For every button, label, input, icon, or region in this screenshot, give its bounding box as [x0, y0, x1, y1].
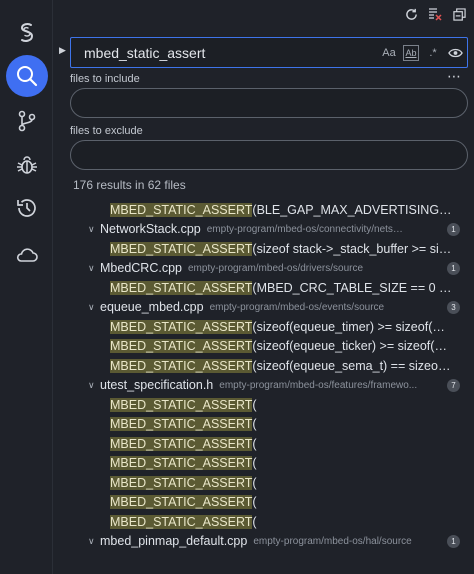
match-context: (: [252, 397, 257, 412]
match-context: (sizeof(equeue_sema_t) == sizeof(rt...: [252, 358, 453, 373]
result-match-row[interactable]: MBED_STATIC_ASSERT (sizeof(equeue_sema_t)…: [54, 356, 474, 376]
match-highlight: MBED_STATIC_ASSERT: [110, 514, 253, 529]
eye-icon[interactable]: [447, 45, 463, 61]
match-context: (MBED_CRC_TABLE_SIZE == 0 || ...: [252, 280, 453, 295]
chevron-down-icon[interactable]: ∨: [88, 536, 98, 547]
match-highlight: MBED_STATIC_ASSERT: [110, 339, 253, 354]
result-file-row[interactable]: ∨ NetworkStack.cpp empty-program/mbed-os/c…: [54, 220, 474, 240]
result-match-row[interactable]: MBED_STATIC_ASSERT (MBED_CRC_TABLE_SIZE =…: [54, 278, 474, 298]
file-path: empty-program/mbed-os/events/source: [209, 301, 385, 313]
result-match-row[interactable]: MBED_STATIC_ASSERT (BLE_GAP_MAX_ADVERTISI…: [54, 200, 474, 220]
match-whole-word-icon[interactable]: Ab: [403, 45, 419, 61]
match-case-icon[interactable]: Aa: [381, 45, 397, 61]
match-highlight: MBED_STATIC_ASSERT: [110, 495, 253, 510]
file-name: NetworkStack.cpp: [100, 222, 201, 237]
match-context: (: [252, 456, 257, 471]
match-context: (: [252, 436, 257, 451]
match-highlight: MBED_STATIC_ASSERT: [110, 358, 253, 373]
result-match-row[interactable]: MBED_STATIC_ASSERT (sizeof(equeue_timer) …: [54, 317, 474, 337]
match-highlight: MBED_STATIC_ASSERT: [110, 456, 253, 471]
result-match-row[interactable]: MBED_STATIC_ASSERT(: [54, 395, 474, 415]
match-context: (sizeof stack->_stack_buffer >= size...: [252, 241, 453, 256]
chevron-down-icon[interactable]: ∨: [88, 302, 98, 313]
file-path: empty-program/mbed-os/hal/source: [253, 535, 412, 547]
match-count-badge: 1: [447, 261, 460, 275]
match-highlight: MBED_STATIC_ASSERT: [110, 436, 253, 451]
files-to-exclude-input[interactable]: [71, 141, 467, 169]
result-match-row[interactable]: MBED_STATIC_ASSERT (sizeof stack->_stack_…: [54, 239, 474, 259]
refresh-icon[interactable]: [404, 6, 418, 22]
match-count-badge: 1: [447, 534, 460, 548]
result-file-row[interactable]: ∨ mbed_pinmap_default.cpp empty-program/mb…: [54, 532, 474, 552]
result-match-row[interactable]: MBED_STATIC_ASSERT(: [54, 473, 474, 493]
file-name: equeue_mbed.cpp: [100, 300, 204, 315]
file-name: mbed_pinmap_default.cpp: [100, 534, 248, 549]
file-name: MbedCRC.cpp: [100, 261, 182, 276]
result-match-row[interactable]: MBED_STATIC_ASSERT(: [54, 434, 474, 454]
title-actions: [404, 6, 466, 22]
match-count-badge: 7: [447, 378, 460, 392]
search-input[interactable]: [84, 38, 384, 67]
match-context: (: [252, 475, 257, 490]
chevron-down-icon[interactable]: ∨: [88, 224, 98, 235]
match-context: (: [252, 514, 257, 529]
result-match-row[interactable]: MBED_STATIC_ASSERT(: [54, 493, 474, 513]
match-highlight: MBED_STATIC_ASSERT: [110, 280, 253, 295]
result-match-row[interactable]: MBED_STATIC_ASSERT(: [54, 512, 474, 532]
files-to-include-field: [70, 88, 468, 118]
toggle-search-details-icon[interactable]: ⋯: [447, 68, 462, 85]
result-match-row[interactable]: MBED_STATIC_ASSERT(: [54, 415, 474, 435]
result-match-row[interactable]: MBED_STATIC_ASSERT(: [54, 454, 474, 474]
results-summary: 176 results in 62 files: [73, 178, 186, 192]
match-count-badge: 1: [447, 222, 460, 236]
toggle-replace-chevron-icon[interactable]: ▶: [59, 45, 66, 56]
match-context: (: [252, 417, 257, 432]
chevron-down-icon[interactable]: ∨: [88, 263, 98, 274]
match-context: (: [252, 495, 257, 510]
match-highlight: MBED_STATIC_ASSERT: [110, 319, 253, 334]
files-to-include-label: files to include: [70, 73, 140, 85]
result-file-row[interactable]: ∨ MbedCRC.cpp empty-program/mbed-os/driver…: [54, 259, 474, 279]
files-to-exclude-label: files to exclude: [70, 125, 143, 137]
result-file-row[interactable]: ∨ utest_specification.h empty-program/mbed…: [54, 376, 474, 396]
search-box: Aa Ab .*: [70, 37, 468, 68]
file-path: empty-program/mbed-os/connectivity/netso…: [206, 223, 407, 235]
cloud-icon[interactable]: [6, 234, 48, 276]
file-path: empty-program/mbed-os/drivers/source: [187, 262, 364, 274]
match-highlight: MBED_STATIC_ASSERT: [110, 202, 253, 217]
clear-results-icon[interactable]: [428, 6, 442, 22]
source-control-icon[interactable]: [6, 100, 48, 142]
result-match-row[interactable]: MBED_STATIC_ASSERT (sizeof(equeue_ticker)…: [54, 337, 474, 357]
collapse-all-icon[interactable]: [452, 6, 466, 22]
match-highlight: MBED_STATIC_ASSERT: [110, 417, 253, 432]
files-to-include-input[interactable]: [71, 89, 467, 117]
file-path: empty-program/mbed-os/features/framewo..…: [219, 379, 418, 391]
match-highlight: MBED_STATIC_ASSERT: [110, 475, 253, 490]
search-icon[interactable]: [6, 55, 48, 97]
match-highlight: MBED_STATIC_ASSERT: [110, 397, 253, 412]
search-panel: ▶ Aa Ab .* ⋯ files to include files to e…: [54, 0, 474, 574]
match-context: (BLE_GAP_MAX_ADVERTISING_S...: [252, 202, 453, 217]
bug-icon[interactable]: [6, 144, 48, 186]
match-context: (sizeof(equeue_timer) >= sizeof(ALI...: [252, 319, 453, 334]
history-icon[interactable]: [6, 187, 48, 229]
app-logo-icon[interactable]: [6, 12, 48, 54]
match-context: (sizeof(equeue_ticker) >= sizeof(ALI...: [252, 339, 453, 354]
result-file-row[interactable]: ∨ equeue_mbed.cpp empty-program/mbed-os/ev…: [54, 298, 474, 318]
files-to-exclude-field: [70, 140, 468, 170]
match-count-badge: 3: [447, 300, 460, 314]
search-options: Aa Ab .*: [381, 45, 463, 61]
regex-icon[interactable]: .*: [425, 45, 441, 61]
activity-bar: [0, 0, 53, 574]
match-highlight: MBED_STATIC_ASSERT: [110, 241, 253, 256]
chevron-down-icon[interactable]: ∨: [88, 380, 98, 391]
file-name: utest_specification.h: [100, 378, 214, 393]
